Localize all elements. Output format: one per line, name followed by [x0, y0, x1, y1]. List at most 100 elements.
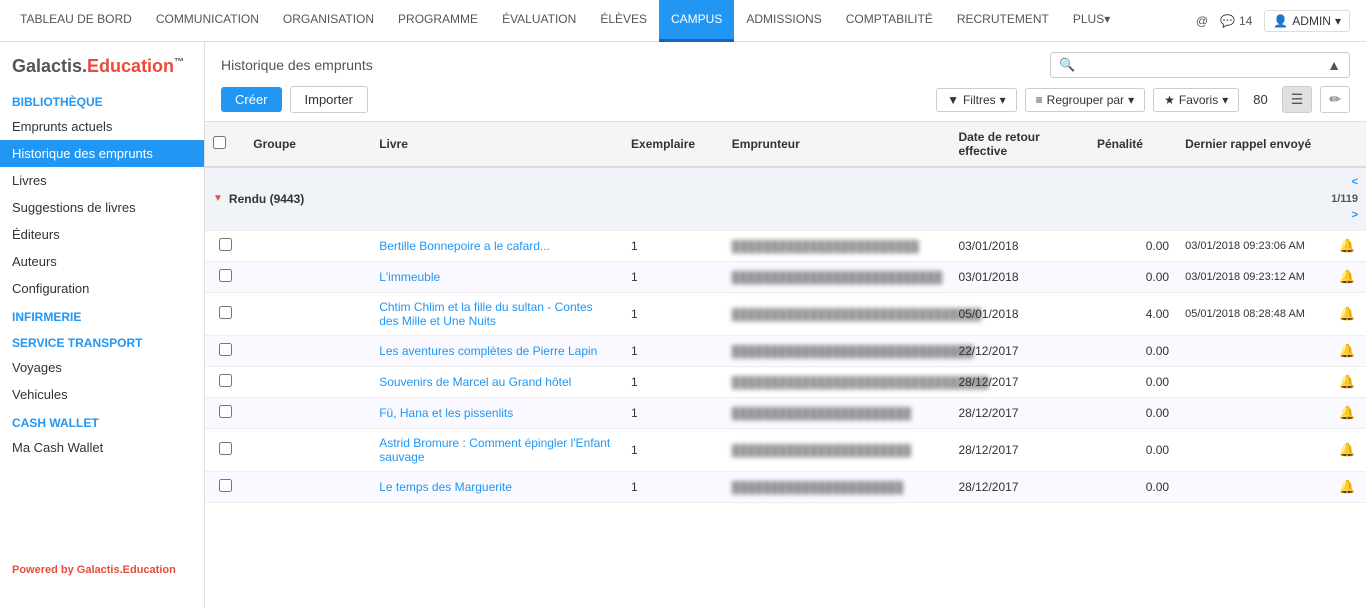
admin-dropdown-icon: ▾ — [1335, 14, 1341, 28]
row-emprunteur: ████████████████████████████████ — [724, 292, 951, 335]
favorites-button[interactable]: ★ Favoris ▾ — [1153, 88, 1239, 112]
row-livre[interactable]: Astrid Bromure : Comment épingler l'Enfa… — [371, 428, 623, 471]
bell-icon[interactable]: 🔔 — [1339, 238, 1355, 253]
nav-organisation[interactable]: ORGANISATION — [271, 0, 386, 42]
admin-button[interactable]: 👤 ADMIN ▾ — [1264, 10, 1350, 32]
edit-columns-button[interactable]: ✏ — [1320, 86, 1350, 113]
list-view-button[interactable]: ☰ — [1283, 87, 1312, 112]
sidebar-item-livres[interactable]: Livres — [0, 167, 204, 194]
sidebar-item-configuration[interactable]: Configuration — [0, 275, 204, 302]
row-checkbox[interactable] — [219, 442, 232, 455]
nav-communication[interactable]: COMMUNICATION — [144, 0, 271, 42]
header-bell — [1328, 122, 1366, 167]
row-livre[interactable]: L'immeuble — [371, 261, 623, 292]
group-by-button[interactable]: ≡ Regrouper par ▾ — [1025, 88, 1145, 112]
bell-icon[interactable]: 🔔 — [1339, 374, 1355, 389]
nav-messages[interactable]: 💬 14 — [1220, 14, 1252, 28]
row-date-retour: 28/12/2017 — [950, 397, 1089, 428]
header-livre: Livre — [371, 122, 623, 167]
search-collapse-icon[interactable]: ▲ — [1327, 57, 1341, 73]
sidebar-item-emprunts-actuels[interactable]: Emprunts actuels — [0, 113, 204, 140]
bell-icon[interactable]: 🔔 — [1339, 306, 1355, 321]
row-livre[interactable]: Chtim Chlim et la fille du sultan - Cont… — [371, 292, 623, 335]
row-penalite: 0.00 — [1089, 471, 1177, 502]
row-checkbox[interactable] — [219, 479, 232, 492]
row-bell[interactable]: 🔔 — [1328, 261, 1366, 292]
sidebar-item-historique[interactable]: Historique des emprunts — [0, 140, 204, 167]
row-penalite: 0.00 — [1089, 428, 1177, 471]
row-rappel: 03/01/2018 09:23:12 AM — [1177, 261, 1328, 292]
star-icon: ★ — [1164, 93, 1175, 107]
nav-campus[interactable]: CAMPUS — [659, 0, 734, 42]
row-bell[interactable]: 🔔 — [1328, 366, 1366, 397]
row-date-retour: 05/01/2018 — [950, 292, 1089, 335]
row-livre[interactable]: Les aventures complètes de Pierre Lapin — [371, 335, 623, 366]
nav-plus[interactable]: PLUS ▾ — [1061, 0, 1122, 42]
filters-button[interactable]: ▼ Filtres ▾ — [936, 88, 1017, 112]
row-exemplaire: 1 — [623, 292, 724, 335]
row-bell[interactable]: 🔔 — [1328, 428, 1366, 471]
row-bell[interactable]: 🔔 — [1328, 292, 1366, 335]
bell-icon[interactable]: 🔔 — [1339, 343, 1355, 358]
bell-icon[interactable]: 🔔 — [1339, 442, 1355, 457]
nav-at-icon[interactable]: @ — [1196, 14, 1208, 28]
row-checkbox[interactable] — [219, 405, 232, 418]
nav-tableau-de-bord[interactable]: TABLEAU DE BORD — [8, 0, 144, 42]
row-livre[interactable]: Fü, Hana et les pissenlits — [371, 397, 623, 428]
row-checkbox[interactable] — [219, 306, 232, 319]
select-all-checkbox[interactable] — [213, 136, 226, 149]
search-box[interactable]: 🔍 ▲ — [1050, 52, 1350, 78]
sidebar-item-ma-cash-wallet[interactable]: Ma Cash Wallet — [0, 434, 204, 461]
row-bell[interactable]: 🔔 — [1328, 397, 1366, 428]
row-rappel — [1177, 428, 1328, 471]
row-date-retour: 28/12/2017 — [950, 471, 1089, 502]
nav-programme[interactable]: PROGRAMME — [386, 0, 490, 42]
row-checkbox[interactable] — [219, 269, 232, 282]
create-button[interactable]: Créer — [221, 87, 282, 112]
bell-icon[interactable]: 🔔 — [1339, 269, 1355, 284]
section-infirmerie: INFIRMERIE — [0, 302, 204, 328]
sidebar-item-suggestions[interactable]: Suggestions de livres — [0, 194, 204, 221]
pagination-prev[interactable]: < — [1331, 174, 1358, 191]
row-livre[interactable]: Bertille Bonnepoire a le cafard... — [371, 230, 623, 261]
row-checkbox[interactable] — [219, 238, 232, 251]
nav-recrutement[interactable]: RECRUTEMENT — [945, 0, 1061, 42]
nav-comptabilite[interactable]: COMPTABILITÉ — [834, 0, 945, 42]
table-row: L'immeuble 1 ███████████████████████████… — [205, 261, 1366, 292]
search-input[interactable] — [1081, 58, 1327, 73]
nav-evaluation[interactable]: ÉVALUATION — [490, 0, 588, 42]
sidebar-item-editeurs[interactable]: Éditeurs — [0, 221, 204, 248]
row-date-retour: 03/01/2018 — [950, 230, 1089, 261]
row-groupe — [245, 292, 371, 335]
row-livre[interactable]: Le temps des Marguerite — [371, 471, 623, 502]
admin-avatar: 👤 — [1273, 14, 1288, 28]
row-bell[interactable]: 🔔 — [1328, 335, 1366, 366]
row-date-retour: 28/12/2017 — [950, 366, 1089, 397]
sidebar: Galactis.Education™ BIBLIOTHÈQUE Emprunt… — [0, 42, 205, 608]
sidebar-item-vehicules[interactable]: Vehicules — [0, 381, 204, 408]
section-bibliotheque: BIBLIOTHÈQUE — [0, 87, 204, 113]
group-collapse-icon[interactable]: ▼ — [213, 193, 223, 204]
row-bell[interactable]: 🔔 — [1328, 230, 1366, 261]
search-icon: 🔍 — [1059, 57, 1075, 73]
row-checkbox[interactable] — [219, 343, 232, 356]
row-livre[interactable]: Souvenirs de Marcel au Grand hôtel — [371, 366, 623, 397]
row-rappel: 03/01/2018 09:23:06 AM — [1177, 230, 1328, 261]
toolbar-top: Historique des emprunts 🔍 ▲ — [221, 52, 1350, 78]
table-row: Souvenirs de Marcel au Grand hôtel 1 ███… — [205, 366, 1366, 397]
bell-icon[interactable]: 🔔 — [1339, 405, 1355, 420]
nav-admissions[interactable]: ADMISSIONS — [734, 0, 833, 42]
bell-icon[interactable]: 🔔 — [1339, 479, 1355, 494]
row-checkbox[interactable] — [219, 374, 232, 387]
row-checkbox-cell — [205, 366, 245, 397]
pagination-next[interactable]: > — [1331, 207, 1358, 224]
row-groupe — [245, 428, 371, 471]
row-bell[interactable]: 🔔 — [1328, 471, 1366, 502]
sidebar-item-voyages[interactable]: Voyages — [0, 354, 204, 381]
toolbar-filters: ▼ Filtres ▾ ≡ Regrouper par ▾ ★ Favoris … — [936, 86, 1350, 113]
nav-eleves[interactable]: ÉLÈVES — [588, 0, 659, 42]
table-header-row: Groupe Livre Exemplaire Emprunteur Date … — [205, 122, 1366, 167]
import-button[interactable]: Importer — [290, 86, 368, 113]
page-title: Historique des emprunts — [221, 57, 373, 73]
sidebar-item-auteurs[interactable]: Auteurs — [0, 248, 204, 275]
